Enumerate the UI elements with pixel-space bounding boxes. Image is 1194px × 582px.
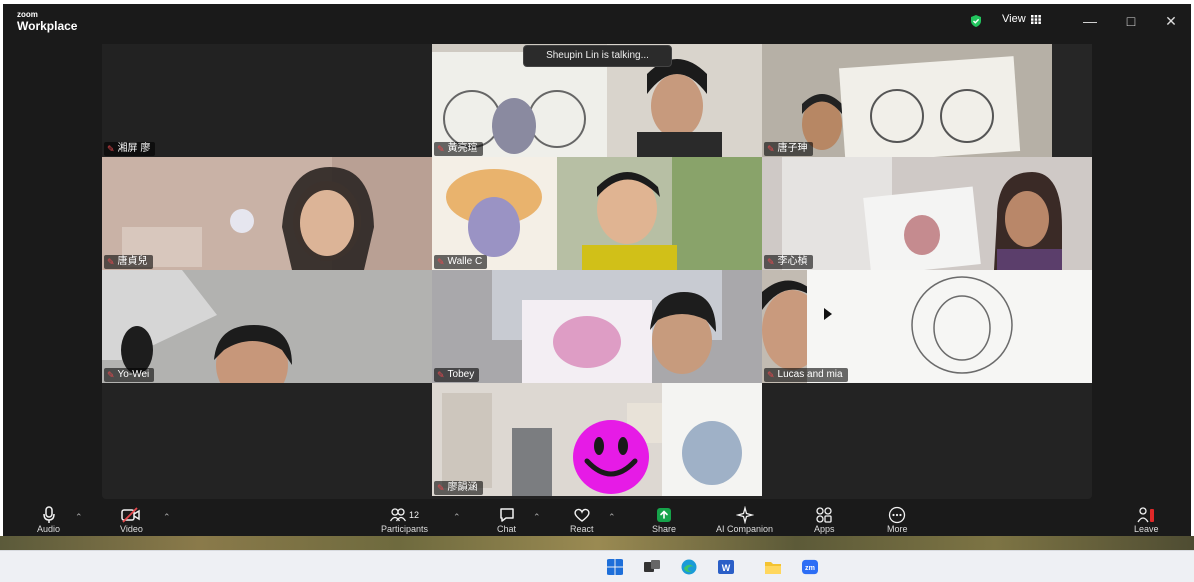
- svg-text:zm: zm: [805, 564, 815, 572]
- participant-name-tag: ✎ 黃亮瑄: [434, 142, 483, 156]
- video-feed: [432, 157, 762, 270]
- video-options-caret[interactable]: ⌃: [163, 512, 171, 523]
- participants-icon: [390, 508, 406, 522]
- svg-text:W: W: [722, 563, 731, 573]
- participant-name-tag: ✎ Lucas and mia: [764, 368, 848, 382]
- participant-name-tag: ✎ Tobey: [434, 368, 480, 382]
- close-icon[interactable]: ✕: [1158, 11, 1184, 31]
- participant-name-tag: ✎ 廖韻涵: [434, 481, 483, 495]
- mic-muted-icon: ✎: [107, 257, 115, 267]
- mic-muted-icon: ✎: [437, 483, 445, 493]
- video-tile[interactable]: ✎ 李心楨: [762, 157, 1092, 270]
- zoom-logo: zoom Workplace: [17, 10, 78, 33]
- video-tile[interactable]: ✎ 湘屏 廖: [102, 44, 432, 157]
- video-tile[interactable]: ✎ Lucas and mia: [762, 270, 1092, 383]
- leave-button[interactable]: Leave: [1134, 506, 1159, 534]
- video-gallery: Sheupin Lin is talking... ✎ 湘屏 廖 ✎ 黃亮瑄 ✎…: [102, 44, 1092, 499]
- windows-start-icon[interactable]: [606, 559, 624, 575]
- chat-options-caret[interactable]: ⌃: [533, 512, 541, 523]
- react-icon: [574, 508, 590, 522]
- shield-icon[interactable]: [969, 14, 983, 28]
- video-feed: [762, 270, 1092, 383]
- brand-top: zoom: [17, 10, 38, 19]
- video-tile[interactable]: ✎ 唐貞兒: [102, 157, 432, 270]
- mic-muted-icon: ✎: [437, 370, 445, 380]
- microphone-icon: [42, 506, 55, 523]
- audio-button[interactable]: Audio: [37, 506, 60, 534]
- video-off-icon: [121, 507, 141, 523]
- participants-options-caret[interactable]: ⌃: [453, 512, 461, 523]
- talking-banner: Sheupin Lin is talking...: [523, 45, 672, 67]
- participant-name-tag: ✎ Walle C: [434, 255, 488, 269]
- more-button[interactable]: More: [887, 506, 908, 534]
- meeting-toolbar: Audio ⌃ Video ⌃ 12 Participants ⌃ Chat ⌃…: [3, 504, 1191, 538]
- video-tile[interactable]: ✎ Tobey: [432, 270, 762, 383]
- video-feed: [102, 270, 432, 383]
- more-icon: [889, 506, 906, 524]
- chat-button[interactable]: Chat: [497, 506, 516, 534]
- mic-muted-icon: ✎: [767, 144, 775, 154]
- desktop-wallpaper: [0, 536, 1194, 550]
- mic-muted-icon: ✎: [107, 370, 115, 380]
- mic-muted-icon: ✎: [767, 257, 775, 267]
- leave-icon: [1137, 507, 1155, 523]
- apps-icon: [816, 507, 832, 523]
- view-label: View: [1002, 13, 1026, 25]
- video-feed: [762, 44, 1092, 157]
- zoom-app-icon[interactable]: zm: [801, 559, 819, 575]
- video-feed: [432, 270, 762, 383]
- participants-count: 12: [409, 510, 420, 520]
- view-button[interactable]: View: [1002, 13, 1041, 25]
- windows-taskbar: W zm: [0, 550, 1194, 582]
- video-tile[interactable]: ✎ 廖韻涵: [432, 383, 762, 496]
- minimize-icon[interactable]: —: [1077, 11, 1103, 31]
- video-feed: [102, 157, 432, 270]
- smiley-face-icon: [573, 420, 649, 494]
- mic-muted-icon: ✎: [437, 257, 445, 267]
- mic-muted-icon: ✎: [107, 144, 115, 154]
- ai-companion-icon: [735, 506, 754, 524]
- react-button[interactable]: React: [570, 506, 594, 534]
- word-icon[interactable]: W: [717, 559, 735, 575]
- video-tile[interactable]: ✎ 唐子珅: [762, 44, 1092, 157]
- participants-button[interactable]: 12 Participants: [381, 506, 428, 534]
- participant-name-tag: ✎ 湘屏 廖: [104, 142, 156, 156]
- video-tile[interactable]: ✎ Yo-Wei: [102, 270, 432, 383]
- zoom-window: zoom Workplace View — □ ✕ Sheupin Lin is…: [3, 4, 1191, 550]
- brand-bottom: Workplace: [17, 19, 78, 33]
- grid-icon: [1030, 14, 1041, 24]
- video-feed: [762, 157, 1092, 270]
- react-options-caret[interactable]: ⌃: [608, 512, 616, 523]
- task-view-icon[interactable]: [643, 559, 661, 575]
- share-icon: [657, 508, 672, 522]
- file-explorer-icon[interactable]: [764, 559, 782, 575]
- audio-options-caret[interactable]: ⌃: [75, 512, 83, 523]
- mic-muted-icon: ✎: [437, 144, 445, 154]
- participant-name-tag: ✎ Yo-Wei: [104, 368, 155, 382]
- participant-name-tag: ✎ 唐貞兒: [104, 255, 153, 269]
- mic-muted-icon: ✎: [767, 370, 775, 380]
- participant-name-tag: ✎ 李心楨: [764, 255, 813, 269]
- chat-icon: [499, 508, 514, 522]
- edge-browser-icon[interactable]: [680, 559, 698, 575]
- ai-companion-button[interactable]: AI Companion: [716, 506, 773, 534]
- title-bar: zoom Workplace View — □ ✕: [3, 4, 1191, 38]
- apps-button[interactable]: Apps: [814, 506, 835, 534]
- participant-name-tag: ✎ 唐子珅: [764, 142, 813, 156]
- share-button[interactable]: Share: [652, 506, 676, 534]
- maximize-icon[interactable]: □: [1118, 11, 1144, 31]
- video-button[interactable]: Video: [120, 506, 143, 534]
- video-tile[interactable]: ✎ Walle C: [432, 157, 762, 270]
